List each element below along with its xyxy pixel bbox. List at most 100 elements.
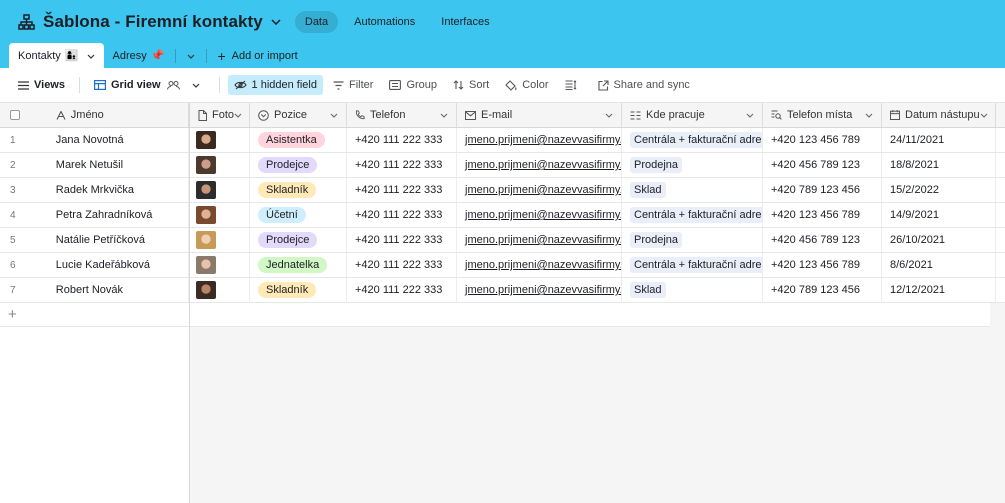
column-header-kde-pracuje[interactable]: Kde pracuje	[622, 103, 763, 127]
cell-foto[interactable]	[190, 253, 250, 277]
cell-datum-nastupu[interactable]: 12/12/2021	[882, 278, 996, 302]
avatar[interactable]	[196, 231, 216, 249]
cell-jmeno[interactable]: Petra Zahradníková	[48, 203, 189, 227]
column-header-datum-nastupu[interactable]: Datum nástupu	[882, 103, 996, 127]
cell-foto[interactable]	[190, 278, 250, 302]
row-number[interactable]: 1	[0, 128, 48, 152]
linked-record-tag[interactable]: Sklad	[630, 182, 666, 198]
cell-kde-pracuje[interactable]: Sklad	[622, 278, 763, 302]
linked-record-tag[interactable]: Centrála + fakturační adresa	[630, 257, 762, 273]
cell-kde-pracuje[interactable]: Centrála + fakturační adresa	[622, 253, 763, 277]
cell-foto[interactable]	[190, 153, 250, 177]
cell-datum-nastupu[interactable]: 24/11/2021	[882, 128, 996, 152]
select-all-checkbox[interactable]	[0, 103, 48, 127]
cell-telefon[interactable]: +420 111 222 333	[347, 203, 457, 227]
email-link[interactable]: jmeno.prijmeni@nazevvasifirmy.cz	[465, 134, 621, 146]
tab-interfaces[interactable]: Interfaces	[431, 11, 499, 33]
table-row[interactable]: Jednatelka +420 111 222 333 jmeno.prijmeni…	[190, 253, 1005, 278]
row-number[interactable]: 6	[0, 253, 48, 277]
group-button[interactable]: Group	[383, 75, 443, 95]
table-row[interactable]: 2 Marek Netušil	[0, 153, 189, 178]
row-height-button[interactable]	[559, 76, 588, 94]
row-number[interactable]: 4	[0, 203, 48, 227]
cell-pozice[interactable]: Asistentka	[250, 128, 347, 152]
cell-telefon[interactable]: +420 111 222 333	[347, 153, 457, 177]
row-number[interactable]: 5	[0, 228, 48, 252]
cell-telefon[interactable]: +420 111 222 333	[347, 278, 457, 302]
email-link[interactable]: jmeno.prijmeni@nazevvasifirmy.cz	[465, 159, 621, 171]
cell-telefon[interactable]: +420 111 222 333	[347, 128, 457, 152]
linked-record-tag[interactable]: Sklad	[630, 282, 666, 298]
cell-datum-nastupu[interactable]: 14/9/2021	[882, 203, 996, 227]
table-row[interactable]: 4 Petra Zahradníková	[0, 203, 189, 228]
chevron-down-icon[interactable]	[980, 113, 988, 118]
cell-email[interactable]: jmeno.prijmeni@nazevvasifirmy.cz	[457, 253, 622, 277]
table-row[interactable]: Prodejce +420 111 222 333 jmeno.prijmeni@n…	[190, 153, 1005, 178]
email-link[interactable]: jmeno.prijmeni@nazevvasifirmy.cz	[465, 284, 621, 296]
cell-telefon[interactable]: +420 111 222 333	[347, 178, 457, 202]
cell-telefon-mista[interactable]: +420 456 789 123	[763, 228, 882, 252]
base-logo-icon[interactable]	[17, 13, 35, 31]
chevron-down-icon[interactable]	[605, 113, 613, 118]
column-header-pozice[interactable]: Pozice	[250, 103, 347, 127]
cell-datum-nastupu[interactable]: 8/6/2021	[882, 253, 996, 277]
grid-view-button[interactable]: Grid view	[88, 75, 211, 95]
cell-email[interactable]: jmeno.prijmeni@nazevvasifirmy.cz	[457, 153, 622, 177]
cell-jmeno[interactable]: Jana Novotná	[48, 128, 189, 152]
cell-telefon-mista[interactable]: +420 456 789 123	[763, 153, 882, 177]
chevron-down-icon[interactable]	[865, 113, 873, 118]
cell-jmeno[interactable]: Lucie Kadeřábková	[48, 253, 189, 277]
table-row[interactable]: Účetní +420 111 222 333 jmeno.prijmeni@naz…	[190, 203, 1005, 228]
cell-pozice[interactable]: Skladník	[250, 178, 347, 202]
linked-record-tag[interactable]: Centrála + fakturační adresa	[630, 132, 762, 148]
cell-pozice[interactable]: Účetní	[250, 203, 347, 227]
cell-pozice[interactable]: Prodejce	[250, 153, 347, 177]
cell-jmeno[interactable]: Natálie Petříčková	[48, 228, 189, 252]
cell-datum-nastupu[interactable]: 18/8/2021	[882, 153, 996, 177]
cell-foto[interactable]	[190, 178, 250, 202]
chevron-down-icon[interactable]	[746, 113, 754, 118]
row-number[interactable]: 3	[0, 178, 48, 202]
cell-telefon-mista[interactable]: +420 123 456 789	[763, 203, 882, 227]
avatar[interactable]	[196, 206, 216, 224]
row-number[interactable]: 2	[0, 153, 48, 177]
sort-button[interactable]: Sort	[447, 75, 495, 95]
cell-pozice[interactable]: Skladník	[250, 278, 347, 302]
cell-telefon-mista[interactable]: +420 123 456 789	[763, 253, 882, 277]
cell-telefon-mista[interactable]: +420 123 456 789	[763, 128, 882, 152]
avatar[interactable]	[196, 156, 216, 174]
row-number[interactable]: 7	[0, 278, 48, 302]
cell-jmeno[interactable]: Radek Mrkvička	[48, 178, 189, 202]
table-tab-kontakty[interactable]: Kontakty 👩‍👦	[9, 43, 104, 68]
tab-automations[interactable]: Automations	[344, 11, 425, 33]
table-row[interactable]: Skladník +420 111 222 333 jmeno.prijmeni@n…	[190, 178, 1005, 203]
cell-kde-pracuje[interactable]: Prodejna	[622, 228, 763, 252]
filter-button[interactable]: Filter	[327, 75, 379, 95]
column-header-foto[interactable]: Foto	[190, 103, 250, 127]
cell-pozice[interactable]: Jednatelka	[250, 253, 347, 277]
email-link[interactable]: jmeno.prijmeni@nazevvasifirmy.cz	[465, 209, 621, 221]
cell-kde-pracuje[interactable]: Centrála + fakturační adresa	[622, 128, 763, 152]
cell-kde-pracuje[interactable]: Centrála + fakturační adresa	[622, 203, 763, 227]
share-sync-button[interactable]: Share and sync	[592, 75, 696, 95]
base-title[interactable]: Šablona - Firemní kontakty	[43, 12, 263, 32]
avatar[interactable]	[196, 181, 216, 199]
chevron-down-icon[interactable]	[330, 113, 338, 118]
cell-email[interactable]: jmeno.prijmeni@nazevvasifirmy.cz	[457, 178, 622, 202]
avatar[interactable]	[196, 131, 216, 149]
chevron-down-icon[interactable]	[440, 113, 448, 118]
cell-email[interactable]: jmeno.prijmeni@nazevvasifirmy.cz	[457, 203, 622, 227]
add-record-button[interactable]: +	[0, 303, 189, 327]
cell-email[interactable]: jmeno.prijmeni@nazevvasifirmy.cz	[457, 228, 622, 252]
email-link[interactable]: jmeno.prijmeni@nazevvasifirmy.cz	[465, 234, 621, 246]
cell-datum-nastupu[interactable]: 15/2/2022	[882, 178, 996, 202]
chevron-down-icon[interactable]	[271, 17, 281, 27]
column-header-telefon[interactable]: Telefon	[347, 103, 457, 127]
cell-telefon-mista[interactable]: +420 789 123 456	[763, 178, 882, 202]
color-button[interactable]: Color	[499, 75, 554, 95]
table-row[interactable]: Prodejce +420 111 222 333 jmeno.prijmeni@n…	[190, 228, 1005, 253]
table-tab-adresy[interactable]: Adresy 📌	[104, 43, 174, 68]
cell-foto[interactable]	[190, 228, 250, 252]
chevron-down-icon[interactable]	[234, 113, 242, 118]
cell-email[interactable]: jmeno.prijmeni@nazevvasifirmy.cz	[457, 128, 622, 152]
